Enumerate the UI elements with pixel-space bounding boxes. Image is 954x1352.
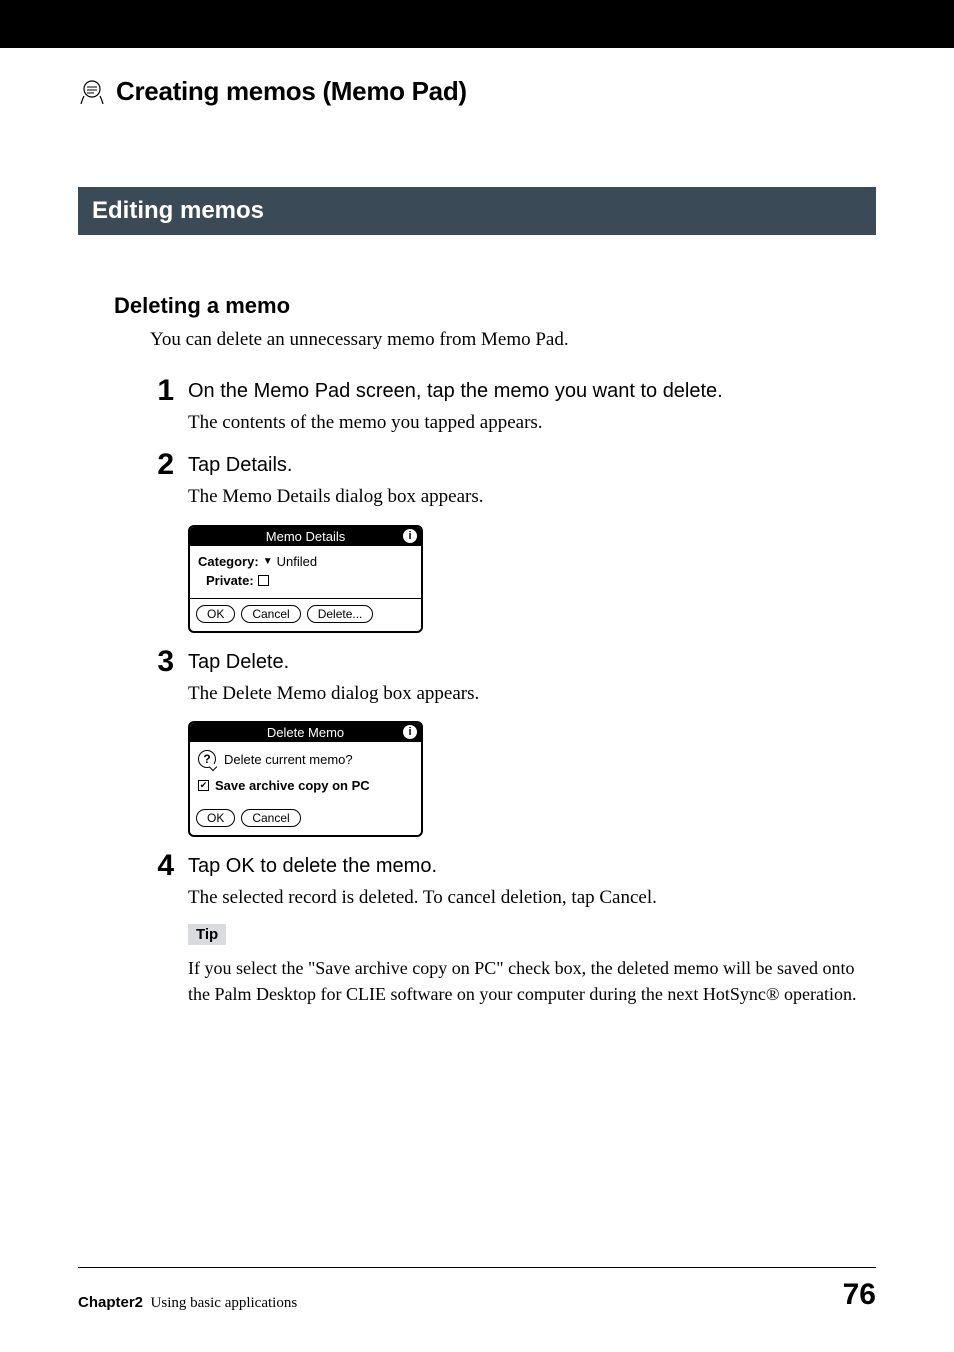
ok-button[interactable]: OK: [196, 809, 235, 827]
page-footer: Chapter2 Using basic applications 76: [78, 1267, 876, 1312]
dropdown-icon[interactable]: ▼: [263, 556, 273, 567]
intro-text: You can delete an unnecessary memo from …: [150, 327, 876, 354]
info-icon[interactable]: i: [403, 725, 417, 739]
category-value[interactable]: Unfiled: [277, 554, 317, 569]
footer-title: Using basic applications: [151, 1295, 298, 1311]
delete-button[interactable]: Delete...: [307, 605, 374, 623]
delete-memo-dialog: Delete Memo i ? Delete current memo? ✔ S…: [188, 721, 423, 837]
step-title: On the Memo Pad screen, tap the memo you…: [188, 380, 723, 403]
info-icon[interactable]: i: [403, 529, 417, 543]
memo-details-dialog: Memo Details i Category: ▼ Unfiled Priva…: [188, 525, 423, 633]
step-number: 4: [150, 851, 174, 881]
step-3: 3 Tap Delete. The Delete Memo dialog box…: [150, 647, 876, 838]
step-number: 2: [150, 450, 174, 480]
page-title: Creating memos (Memo Pad): [116, 76, 467, 107]
category-label: Category:: [198, 554, 259, 569]
step-number: 3: [150, 647, 174, 677]
tip-label: Tip: [188, 924, 226, 945]
cancel-button[interactable]: Cancel: [241, 809, 300, 827]
step-1: 1 On the Memo Pad screen, tap the memo y…: [150, 376, 876, 437]
delete-question: Delete current memo?: [224, 752, 353, 767]
step-body: The selected record is deleted. To cance…: [188, 885, 876, 912]
subheading: Deleting a memo: [114, 293, 876, 319]
cancel-button[interactable]: Cancel: [241, 605, 300, 623]
section-heading: Editing memos: [78, 187, 876, 235]
archive-label: Save archive copy on PC: [215, 778, 370, 793]
step-2: 2 Tap Details. The Memo Details dialog b…: [150, 450, 876, 633]
private-label: Private:: [206, 573, 254, 588]
top-black-bar: [0, 0, 954, 48]
dialog-title-bar: Delete Memo i: [190, 723, 421, 742]
footer-chapter: Chapter2: [78, 1294, 143, 1311]
step-body: The Delete Memo dialog box appears.: [188, 681, 876, 708]
step-number: 1: [150, 376, 174, 406]
question-icon: ?: [198, 750, 216, 768]
tip-text: If you select the "Save archive copy on …: [188, 955, 876, 1007]
step-title: Tap OK to delete the memo.: [188, 855, 437, 878]
page-number: 76: [843, 1278, 876, 1312]
private-checkbox[interactable]: [258, 575, 269, 586]
step-body: The Memo Details dialog box appears.: [188, 484, 876, 511]
step-title: Tap Details.: [188, 454, 293, 477]
dialog-title-text: Memo Details: [266, 529, 345, 544]
memo-pad-icon: [78, 78, 106, 106]
ok-button[interactable]: OK: [196, 605, 235, 623]
dialog-title-bar: Memo Details i: [190, 527, 421, 546]
step-4: 4 Tap OK to delete the memo. The selecte…: [150, 851, 876, 1007]
page-title-row: Creating memos (Memo Pad): [78, 76, 876, 107]
archive-checkbox[interactable]: ✔: [198, 780, 209, 791]
step-title: Tap Delete.: [188, 651, 289, 674]
dialog-title-text: Delete Memo: [267, 725, 344, 740]
step-body: The contents of the memo you tapped appe…: [188, 410, 876, 437]
